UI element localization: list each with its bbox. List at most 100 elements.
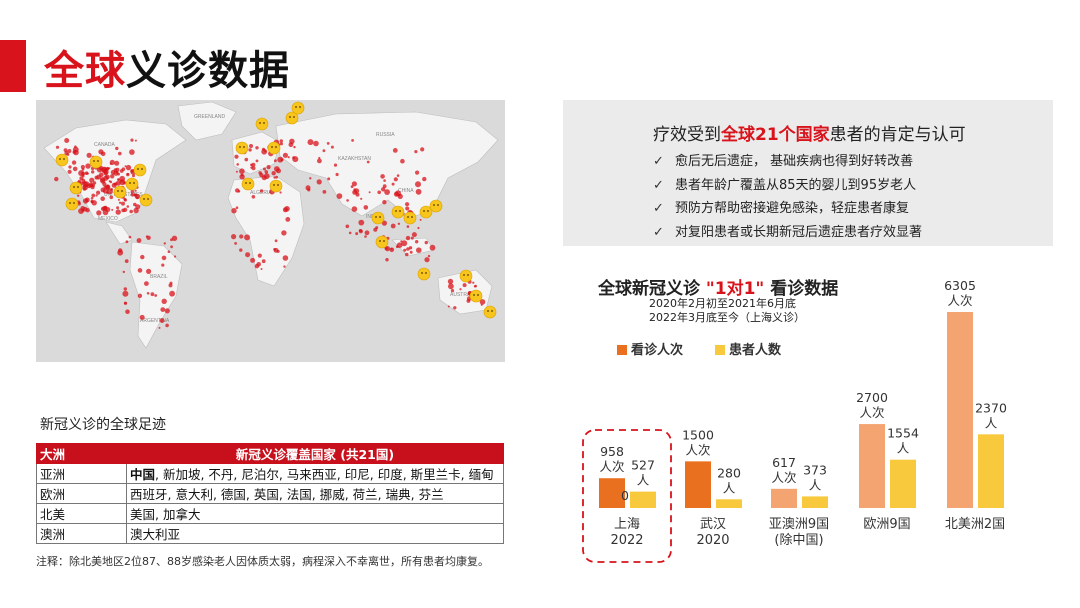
data-label-patients-unit: 人 — [723, 480, 736, 495]
coverage-table: 大洲 新冠义诊覆盖国家 (共21国) 亚洲 中国, 新加坡, 不丹, 尼泊尔, … — [36, 443, 504, 544]
bar-patients — [978, 434, 1004, 508]
map-dot — [114, 160, 120, 166]
emoji-marker-icon — [267, 141, 281, 155]
map-dot — [429, 244, 436, 251]
map-dot — [415, 181, 421, 188]
map-dot — [396, 174, 400, 177]
map-dot — [135, 204, 141, 210]
map-dot — [279, 142, 283, 146]
table-header-row: 大洲 新冠义诊覆盖国家 (共21国) — [36, 443, 504, 464]
emoji-marker-icon — [55, 153, 69, 167]
map-dot — [85, 208, 90, 213]
map-dot — [95, 194, 98, 197]
map-dot — [167, 250, 171, 253]
map-dot — [317, 158, 322, 164]
map-dot — [453, 306, 457, 310]
map-dot — [273, 176, 276, 179]
countries-cell: 美国, 加拿大 — [126, 503, 504, 524]
map-dot — [254, 264, 260, 269]
map-dot — [133, 193, 137, 196]
map-label-canada: CANADA — [94, 142, 116, 148]
emoji-marker-icon — [255, 117, 269, 131]
efficacy-item: ✓ 愈后无后遗症， 基础疾病也得到好转改善 — [653, 150, 922, 174]
map-dot — [134, 139, 137, 142]
data-label-patients-unit: 人 — [897, 441, 910, 456]
map-dot — [392, 148, 398, 153]
map-dot — [384, 189, 390, 195]
map-dot — [68, 165, 72, 169]
map-dot — [66, 152, 70, 156]
category-label: 2022 — [610, 533, 643, 548]
data-label-patients-unit: 人 — [985, 415, 998, 430]
map-dot — [109, 162, 112, 165]
map-dot — [405, 206, 410, 211]
map-dot — [85, 163, 91, 169]
map-dot — [262, 147, 265, 151]
consultation-chart: 全球新冠义诊 "1对1" 看诊数据 2020年2月初至2021年6月底 2022… — [563, 258, 1068, 598]
map-dot — [360, 197, 363, 200]
emoji-marker-icon — [375, 235, 389, 249]
data-label-patients-unit: 人 — [809, 477, 822, 492]
map-label-mexico: MEXICO — [98, 216, 118, 222]
map-dot — [260, 268, 263, 270]
map-dot — [115, 146, 119, 151]
map-dot — [385, 258, 389, 262]
map-dot — [235, 170, 238, 173]
continent-cell: 亚洲 — [36, 463, 127, 484]
map-dot — [150, 292, 155, 297]
map-dot — [397, 222, 401, 225]
map-dot — [144, 281, 149, 286]
map-dot — [390, 223, 396, 229]
map-dot — [327, 177, 331, 181]
map-dot — [355, 232, 359, 236]
emoji-marker-icon — [403, 211, 417, 225]
map-dot — [420, 147, 425, 152]
map-dot — [118, 201, 122, 204]
header-countries: 新冠义诊覆盖国家 (共21国) — [126, 443, 504, 464]
map-dot — [351, 206, 358, 212]
map-dot — [77, 194, 80, 197]
map-dot — [231, 234, 237, 240]
map-dot — [364, 230, 370, 236]
data-label-patients: 1554 — [887, 426, 919, 441]
category-label: 欧洲9国 — [863, 517, 910, 532]
emoji-marker-icon — [89, 155, 103, 169]
map-dot — [83, 180, 86, 183]
map-dot — [459, 288, 462, 291]
map-dot — [121, 208, 126, 213]
map-dot — [354, 188, 360, 194]
emoji-marker-icon — [417, 267, 431, 281]
map-dot — [96, 190, 101, 195]
map-dot — [401, 240, 408, 247]
table-row: 澳洲 澳大利亚 — [36, 523, 504, 544]
map-dot — [366, 160, 370, 164]
map-dot — [123, 197, 127, 201]
map-dot — [103, 175, 109, 181]
map-dot — [279, 139, 283, 143]
map-dot — [248, 148, 252, 152]
map-dot — [82, 187, 87, 191]
map-dot — [115, 180, 121, 186]
map-dot — [382, 200, 387, 205]
map-dot — [79, 176, 84, 181]
map-dot — [90, 183, 93, 186]
map-dot — [333, 163, 338, 167]
map-dot — [93, 181, 97, 185]
page-title: 全球义诊数据 — [44, 48, 290, 94]
map-dot — [292, 156, 299, 163]
map-dot — [330, 145, 334, 149]
check-icon: ✓ — [653, 177, 664, 193]
map-dot — [164, 308, 170, 314]
map-dot — [231, 208, 237, 214]
map-dot — [124, 165, 127, 168]
emoji-marker-icon — [113, 185, 127, 199]
map-dot — [406, 225, 410, 228]
map-dot — [277, 156, 284, 163]
data-label-visits-unit: 人次 — [859, 405, 884, 420]
map-dot — [448, 283, 454, 290]
map-dot — [71, 160, 77, 165]
data-label-visits: 958 — [600, 444, 624, 459]
map-dot — [293, 145, 296, 149]
map-dot — [239, 234, 244, 239]
map-dot — [113, 170, 119, 176]
